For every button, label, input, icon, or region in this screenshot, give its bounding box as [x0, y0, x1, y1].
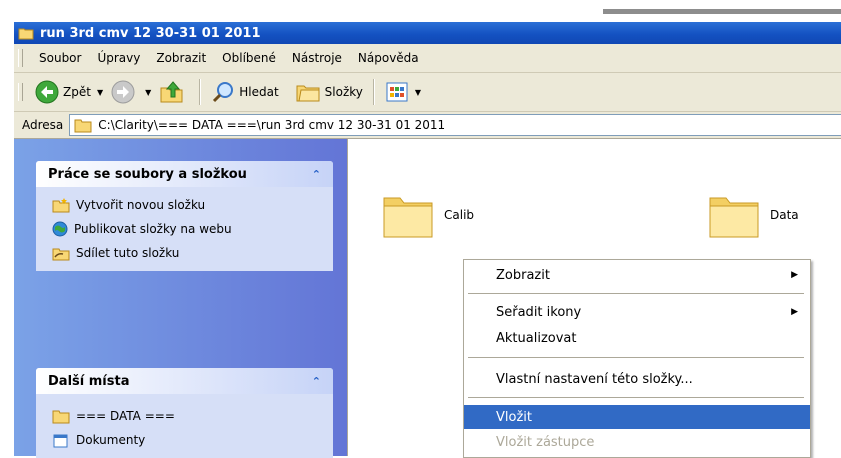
- address-bar: Adresa C:\Clarity\=== DATA ===\run 3rd c…: [14, 112, 841, 139]
- background-window-strip: [603, 9, 841, 14]
- task-share-label: Sdílet tuto složku: [76, 246, 180, 260]
- ctx-vlozit-label: Vložit: [496, 409, 532, 425]
- ctx-zobrazit-label: Zobrazit: [496, 267, 550, 283]
- tasks-panel-title: Práce se soubory a složkou: [48, 166, 247, 182]
- ctx-vlozit[interactable]: Vložit: [464, 405, 810, 429]
- menu-upravy[interactable]: Úpravy: [89, 51, 148, 65]
- folders-label: Složky: [324, 85, 363, 99]
- ctx-vlozit-zastupce-label: Vložit zástupce: [496, 434, 595, 450]
- folder-calib[interactable]: Calib: [380, 190, 474, 240]
- menubar-grip[interactable]: [18, 49, 23, 67]
- back-button[interactable]: Zpět ▼: [31, 76, 107, 108]
- ctx-separator: [468, 397, 804, 398]
- ctx-aktualizovat[interactable]: Aktualizovat: [464, 326, 810, 350]
- up-button[interactable]: [155, 76, 193, 108]
- tasks-panel-header[interactable]: Práce se soubory a složkou ⌃: [36, 161, 333, 187]
- ctx-aktualizovat-label: Aktualizovat: [496, 330, 577, 346]
- menu-nastroje[interactable]: Nástroje: [284, 51, 350, 65]
- views-dropdown-icon[interactable]: ▼: [415, 88, 421, 97]
- documents-icon: [53, 434, 68, 447]
- ctx-separator: [468, 293, 804, 294]
- folder-icon: [383, 197, 433, 238]
- ctx-vlastni-nastaveni[interactable]: Vlastní nastavení této složky...: [464, 367, 810, 391]
- ctx-separator: [468, 357, 804, 358]
- ctx-seradit-ikony[interactable]: Seřadit ikony ▶: [464, 300, 810, 324]
- ctx-seradit-label: Seřadit ikony: [496, 304, 582, 320]
- search-button[interactable]: Hledat: [207, 76, 282, 108]
- forward-button[interactable]: ▼: [107, 76, 155, 108]
- folder-icon: [18, 28, 34, 39]
- collapse-icon[interactable]: ⌃: [312, 168, 321, 181]
- folder-icon: [74, 119, 92, 132]
- ctx-vlozit-zastupce[interactable]: Vložit zástupce: [464, 430, 810, 454]
- places-panel-title: Další místa: [48, 373, 130, 389]
- context-menu: Zobrazit ▶ Seřadit ikony ▶ Aktualizovat …: [463, 259, 811, 458]
- toolbar-separator-2: [372, 79, 375, 105]
- place-data-folder[interactable]: === DATA ===: [52, 404, 333, 428]
- folders-icon: [296, 85, 320, 102]
- task-pane: Práce se soubory a složkou ⌃ Vytvořit no…: [14, 139, 347, 458]
- window-title: run 3rd cmv 12 30-31 01 2011: [40, 25, 261, 41]
- task-publish-label: Publikovat složky na webu: [74, 222, 232, 236]
- menu-zobrazit[interactable]: Zobrazit: [148, 51, 214, 65]
- submenu-arrow-icon: ▶: [791, 307, 798, 317]
- place-data-label: === DATA ===: [76, 409, 175, 423]
- address-path: C:\Clarity\=== DATA ===\run 3rd cmv 12 3…: [98, 118, 446, 132]
- toolbar: Zpět ▼ ▼ Hledat Složky ▼: [14, 73, 841, 112]
- folder-up-icon: [160, 81, 183, 103]
- tasks-panel: Práce se soubory a složkou ⌃ Vytvořit no…: [36, 161, 333, 271]
- search-label: Hledat: [239, 85, 279, 99]
- task-share[interactable]: Sdílet tuto složku: [52, 241, 333, 265]
- folder-data-label: Data: [770, 208, 799, 222]
- task-new-folder[interactable]: Vytvořit novou složku: [52, 193, 333, 217]
- back-arrow-icon: [35, 80, 59, 104]
- submenu-arrow-icon: ▶: [791, 270, 798, 280]
- toolbar-separator: [199, 79, 202, 105]
- collapse-icon[interactable]: ⌃: [312, 375, 321, 388]
- folder-icon: [52, 410, 70, 423]
- views-button[interactable]: ▼: [381, 76, 425, 108]
- ctx-zobrazit[interactable]: Zobrazit ▶: [464, 263, 810, 287]
- forward-arrow-icon: [111, 80, 135, 104]
- back-label: Zpět: [63, 85, 91, 99]
- menu-napoveda[interactable]: Nápověda: [350, 51, 427, 65]
- address-field[interactable]: C:\Clarity\=== DATA ===\run 3rd cmv 12 3…: [69, 114, 841, 136]
- globe-icon: [52, 221, 68, 237]
- forward-dropdown-icon[interactable]: ▼: [145, 88, 151, 97]
- place-documents-label: Dokumenty: [76, 433, 146, 447]
- menu-oblibene[interactable]: Oblíbené: [214, 51, 284, 65]
- new-folder-icon: [52, 197, 70, 212]
- title-bar[interactable]: run 3rd cmv 12 30-31 01 2011: [14, 22, 841, 44]
- address-label: Adresa: [22, 118, 64, 132]
- folder-data[interactable]: Data: [706, 190, 799, 240]
- tasks-panel-body: Vytvořit novou složku Publikovat složky …: [36, 187, 333, 271]
- places-panel-body: === DATA === Dokumenty: [36, 394, 333, 458]
- task-publish[interactable]: Publikovat složky na webu: [52, 217, 333, 241]
- folder-calib-label: Calib: [444, 208, 475, 222]
- views-icon: [386, 82, 408, 102]
- place-documents[interactable]: Dokumenty: [52, 428, 333, 452]
- ctx-vlastni-label: Vlastní nastavení této složky...: [496, 371, 693, 387]
- share-folder-icon: [52, 248, 70, 260]
- folders-button[interactable]: Složky: [291, 76, 367, 108]
- toolbar-grip[interactable]: [18, 83, 23, 101]
- back-dropdown-icon[interactable]: ▼: [97, 88, 103, 97]
- places-panel: Další místa ⌃ === DATA === Dokumenty: [36, 368, 333, 458]
- menu-soubor[interactable]: Soubor: [31, 51, 89, 65]
- folder-icon: [709, 197, 759, 238]
- places-panel-header[interactable]: Další místa ⌃: [36, 368, 333, 394]
- search-icon: [213, 82, 234, 103]
- task-new-folder-label: Vytvořit novou složku: [76, 198, 206, 212]
- menu-bar: Soubor Úpravy Zobrazit Oblíbené Nástroje…: [14, 44, 841, 73]
